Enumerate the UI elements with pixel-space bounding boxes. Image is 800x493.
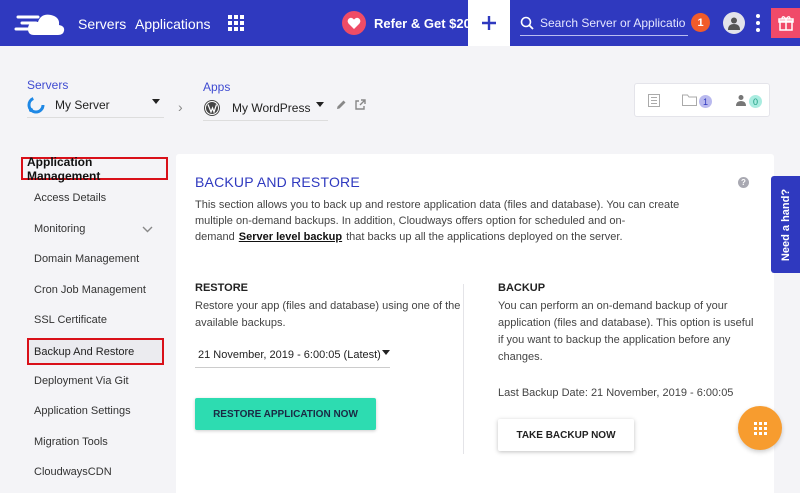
- add-new-button[interactable]: [468, 0, 510, 46]
- help-icon[interactable]: ?: [738, 177, 749, 188]
- backup-restore-card: BACKUP AND RESTORE ? This section allows…: [176, 154, 774, 493]
- servers-label: Servers: [27, 78, 69, 92]
- backup-description: You can perform an on-demand backup of y…: [498, 300, 754, 363]
- user-icon: [728, 17, 740, 30]
- grid-icon: [753, 421, 767, 435]
- sidebar-item-deployment-via-git[interactable]: Deployment Via Git: [34, 375, 129, 387]
- gift-button[interactable]: [771, 8, 800, 38]
- description-text-end: that backs up all the applications deplo…: [346, 231, 623, 243]
- need-a-hand-tab[interactable]: Need a hand?: [771, 176, 800, 273]
- chevron-down-icon: [316, 102, 324, 107]
- refer-label: Refer & Get $20: [374, 15, 471, 31]
- nav-servers-link[interactable]: Servers: [78, 16, 126, 32]
- more-options-icon[interactable]: [756, 14, 760, 32]
- server-logo-icon: [27, 96, 45, 113]
- quick-actions-button[interactable]: [738, 406, 782, 450]
- page-title: BACKUP AND RESTORE: [195, 174, 360, 190]
- need-a-hand-label: Need a hand?: [779, 188, 792, 261]
- folder-icon[interactable]: [682, 94, 697, 106]
- sidebar-item-ssl-certificate[interactable]: SSL Certificate: [34, 314, 107, 326]
- column-divider: [463, 284, 464, 454]
- apps-label: Apps: [203, 80, 231, 94]
- users-icon[interactable]: [735, 94, 747, 106]
- restore-description: Restore your app (files and database) us…: [195, 300, 461, 329]
- plus-icon: [482, 16, 496, 30]
- gift-icon: [777, 16, 794, 31]
- sidebar-heading: Application Management: [21, 155, 168, 183]
- section-description: This section allows you to back up and r…: [195, 197, 685, 245]
- restore-application-button[interactable]: RESTORE APPLICATION NOW: [195, 398, 376, 430]
- chevron-down-icon[interactable]: [142, 226, 153, 233]
- edit-pencil-icon[interactable]: [336, 99, 347, 110]
- chevron-down-icon: [382, 350, 390, 355]
- user-count-badge: 0: [749, 95, 762, 108]
- sidebar-item-access-details[interactable]: Access Details: [34, 192, 106, 204]
- heart-icon: [342, 11, 366, 35]
- app-name: My WordPress: [232, 100, 311, 115]
- restore-title: RESTORE: [195, 282, 248, 294]
- server-level-backup-link[interactable]: Server level backup: [239, 231, 342, 243]
- search-icon: [520, 16, 534, 30]
- app-stats-box: 1 0: [634, 83, 770, 117]
- sidebar-item-cloudwayscdn[interactable]: CloudwaysCDN: [34, 466, 112, 478]
- server-name: My Server: [55, 97, 110, 112]
- notification-badge[interactable]: 1: [691, 13, 710, 32]
- backup-version-select[interactable]: 21 November, 2019 - 6:00:05 (Latest): [195, 342, 390, 368]
- app-select[interactable]: My WordPress: [203, 95, 328, 121]
- take-backup-button[interactable]: TAKE BACKUP NOW: [498, 419, 634, 451]
- chevron-down-icon: [152, 99, 160, 104]
- cloudways-logo-icon[interactable]: [14, 9, 66, 37]
- server-select[interactable]: My Server: [27, 92, 164, 118]
- user-avatar[interactable]: [723, 12, 745, 34]
- selected-backup: 21 November, 2019 - 6:00:05 (Latest): [198, 348, 381, 361]
- top-navigation-bar: Servers Applications Refer & Get $20 1: [0, 0, 800, 46]
- refer-button[interactable]: Refer & Get $20: [342, 11, 471, 35]
- external-link-icon[interactable]: [355, 99, 366, 110]
- list-icon[interactable]: [648, 94, 660, 107]
- sidebar-item-backup-and-restore[interactable]: Backup And Restore: [27, 338, 164, 365]
- sidebar-item-application-settings[interactable]: Application Settings: [34, 405, 131, 417]
- wordpress-icon: [204, 99, 220, 116]
- nav-applications-link[interactable]: Applications: [135, 16, 211, 32]
- apps-grid-icon[interactable]: [228, 15, 244, 31]
- search-bar: [520, 10, 688, 36]
- folder-count-badge: 1: [699, 95, 712, 108]
- sidebar-item-domain-management[interactable]: Domain Management: [34, 253, 139, 265]
- sidebar-item-monitoring[interactable]: Monitoring: [34, 223, 85, 235]
- backup-title: BACKUP: [498, 282, 546, 294]
- sidebar-item-migration-tools[interactable]: Migration Tools: [34, 436, 108, 448]
- last-backup-date: Last Backup Date: 21 November, 2019 - 6:…: [498, 387, 734, 399]
- search-input[interactable]: [540, 15, 685, 30]
- sidebar-item-cron-job-management[interactable]: Cron Job Management: [34, 284, 146, 296]
- chevron-right-icon: ›: [178, 99, 183, 115]
